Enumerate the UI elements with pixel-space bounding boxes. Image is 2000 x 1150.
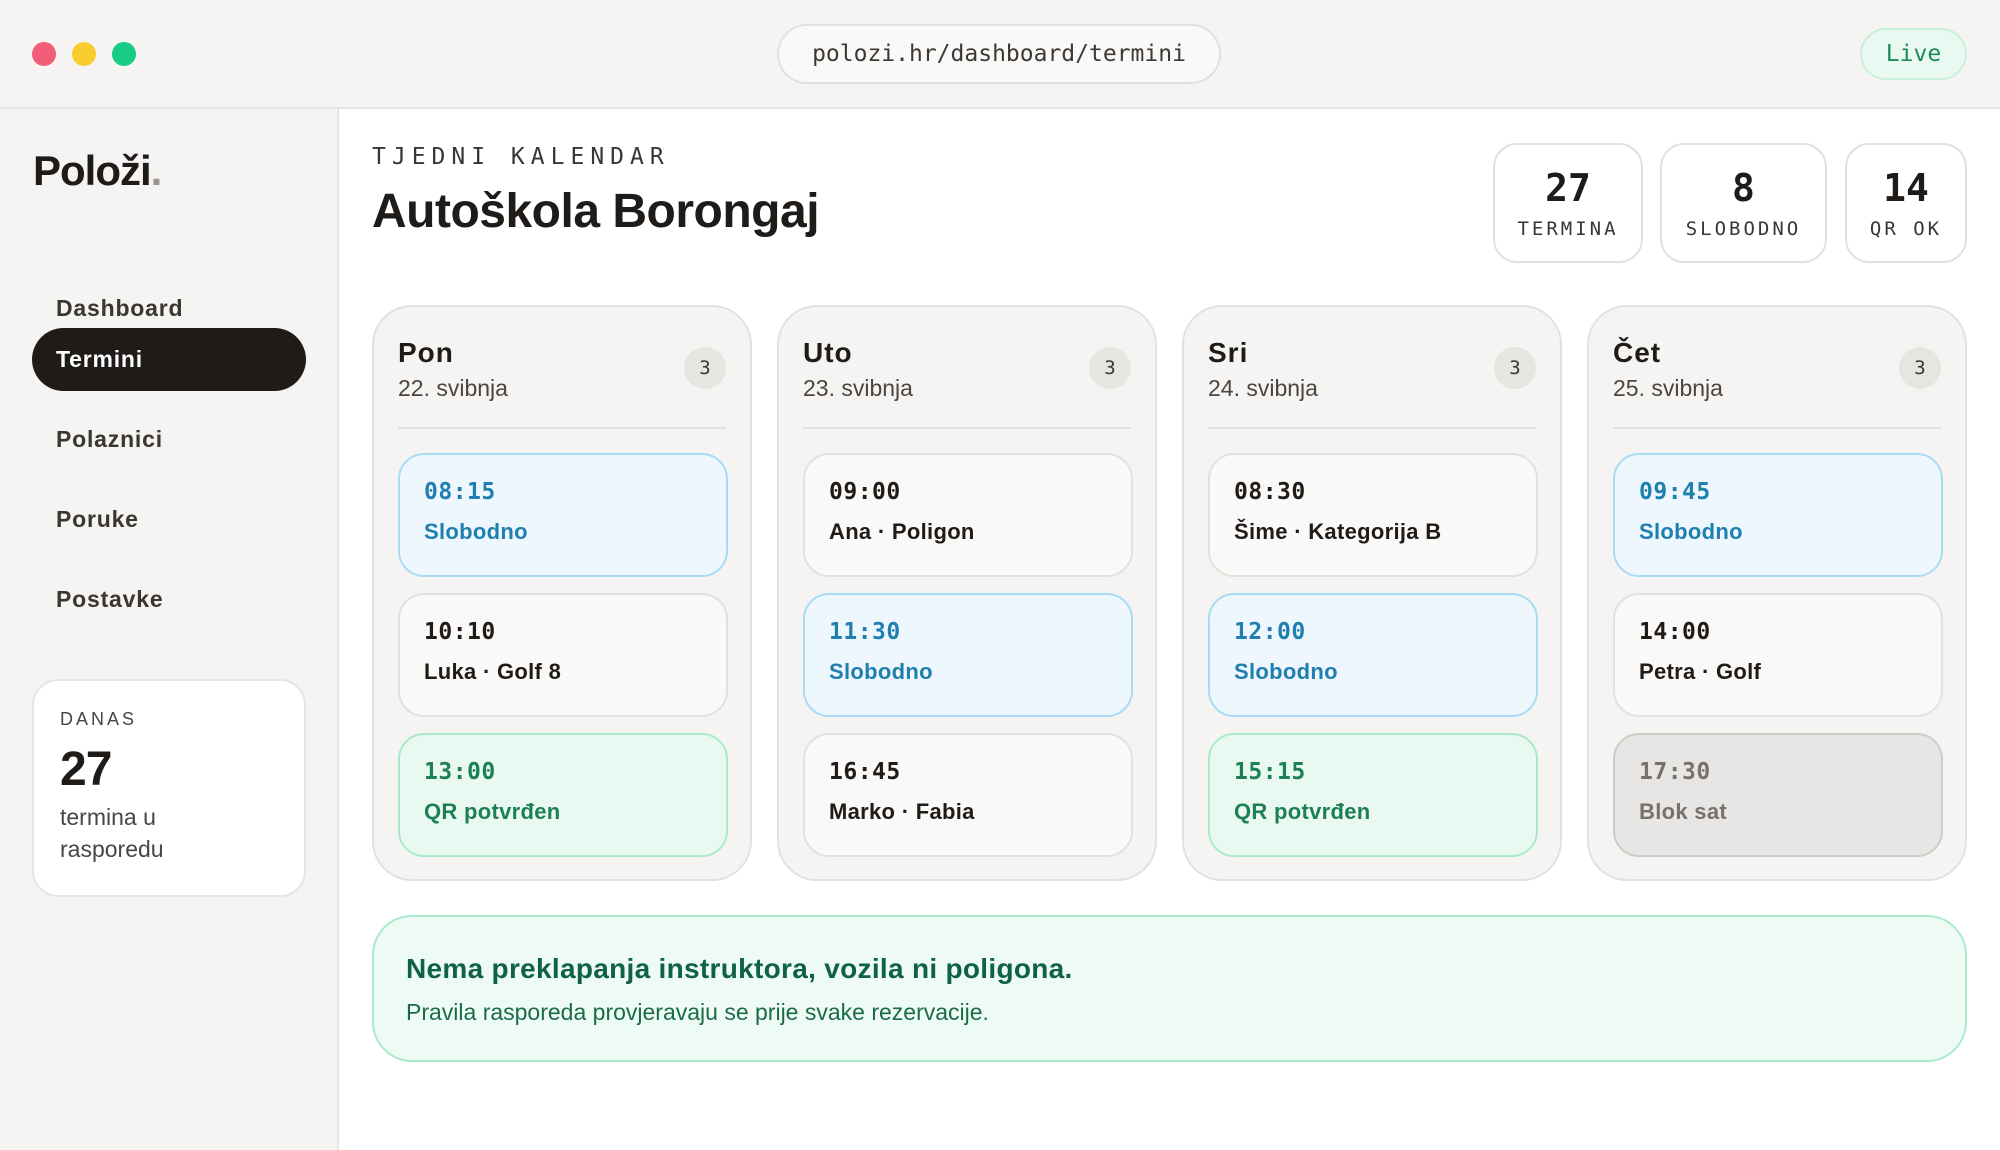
address-bar[interactable]: polozi.hr/dashboard/termini <box>777 24 1221 84</box>
stat-termina: 27 TERMINA <box>1493 143 1643 263</box>
slot-time: 17:30 <box>1639 759 1711 785</box>
slot-label: Slobodno <box>829 659 933 684</box>
day-date: 22. svibnja <box>398 375 508 401</box>
time-slot[interactable]: 13:00 QR potvrđen <box>398 733 728 857</box>
slot-label: Luka · Golf 8 <box>424 659 562 684</box>
stat-value: 27 <box>1545 166 1591 210</box>
logo-dot: . <box>150 147 163 194</box>
page-title: Autoškola Borongaj <box>372 185 820 238</box>
slot-label: Blok sat <box>1639 799 1727 824</box>
day-count-badge: 3 <box>684 347 726 389</box>
day-divider <box>803 427 1131 429</box>
slot-label: Slobodno <box>424 519 528 544</box>
close-window-dot-icon[interactable] <box>32 42 56 66</box>
stat-slobodno: 8 SLOBODNO <box>1660 143 1827 263</box>
slot-time: 15:15 <box>1234 759 1306 785</box>
today-count: 27 <box>60 743 112 796</box>
logo-text: Položi <box>33 147 152 194</box>
time-slot[interactable]: 09:45 Slobodno <box>1613 453 1943 577</box>
slot-time: 12:00 <box>1234 619 1306 645</box>
day-count-badge: 3 <box>1089 347 1131 389</box>
slot-label: Marko · Fabia <box>829 799 975 824</box>
slot-time: 11:30 <box>829 619 901 645</box>
slot-label: Slobodno <box>1234 659 1338 684</box>
time-slot[interactable]: 10:10 Luka · Golf 8 <box>398 593 728 717</box>
stat-qr-ok: 14 QR OK <box>1845 143 1967 263</box>
sidebar-item-postavke[interactable]: Postavke <box>32 568 306 631</box>
browser-top-bar: polozi.hr/dashboard/termini Live <box>0 0 2000 109</box>
time-slot[interactable]: 17:30 Blok sat <box>1613 733 1943 857</box>
sidebar-item-polaznici[interactable]: Polaznici <box>32 408 306 471</box>
day-date: 24. svibnja <box>1208 375 1318 401</box>
day-divider <box>398 427 726 429</box>
page-kicker: TJEDNI KALENDAR <box>372 144 670 170</box>
today-description: termina u rasporedu <box>60 804 164 862</box>
day-name: Sri <box>1208 337 1249 368</box>
slot-label: Petra · Golf <box>1639 659 1762 684</box>
day-name: Pon <box>398 337 454 368</box>
day-date: 23. svibnja <box>803 375 913 401</box>
sidebar-item-termini[interactable]: Termini <box>32 328 306 391</box>
app-logo[interactable]: Položi. <box>33 147 163 195</box>
slot-time: 14:00 <box>1639 619 1711 645</box>
sidebar: Položi. Dashboard Termini Polaznici Poru… <box>0 109 339 1150</box>
day-column-sri: Sri 24. svibnja 3 08:30 Šime · Kategorij… <box>1182 305 1562 881</box>
day-count-badge: 3 <box>1494 347 1536 389</box>
time-slot[interactable]: 09:00 Ana · Poligon <box>803 453 1133 577</box>
slot-time: 09:45 <box>1639 479 1711 505</box>
time-slot[interactable]: 15:15 QR potvrđen <box>1208 733 1538 857</box>
schedule-notice-banner: Nema preklapanja instruktora, vozila ni … <box>372 915 1967 1062</box>
time-slot[interactable]: 08:30 Šime · Kategorija B <box>1208 453 1538 577</box>
slot-time: 08:30 <box>1234 479 1306 505</box>
notice-title: Nema preklapanja instruktora, vozila ni … <box>406 953 1073 984</box>
slot-time: 13:00 <box>424 759 496 785</box>
minimize-window-dot-icon[interactable] <box>72 42 96 66</box>
notice-text: Pravila rasporeda provjeravaju se prije … <box>406 999 989 1025</box>
slot-time: 09:00 <box>829 479 901 505</box>
slot-label: Slobodno <box>1639 519 1743 544</box>
day-name: Uto <box>803 337 853 368</box>
slot-label: QR potvrđen <box>424 799 561 824</box>
maximize-window-dot-icon[interactable] <box>112 42 136 66</box>
time-slot[interactable]: 08:15 Slobodno <box>398 453 728 577</box>
stat-label: SLOBODNO <box>1685 218 1802 240</box>
day-date: 25. svibnja <box>1613 375 1723 401</box>
time-slot[interactable]: 11:30 Slobodno <box>803 593 1133 717</box>
slot-label: Ana · Poligon <box>829 519 975 544</box>
today-label: DANAS <box>60 709 138 729</box>
live-status-badge: Live <box>1860 28 1967 80</box>
day-name: Čet <box>1613 337 1662 368</box>
day-divider <box>1208 427 1536 429</box>
day-divider <box>1613 427 1941 429</box>
sidebar-item-poruke[interactable]: Poruke <box>32 488 306 551</box>
slot-label: Šime · Kategorija B <box>1234 519 1442 544</box>
today-summary-card: DANAS 27 termina u rasporedu <box>32 679 306 897</box>
day-column-cet: Čet 25. svibnja 3 09:45 Slobodno 14:00 P… <box>1587 305 1967 881</box>
day-column-pon: Pon 22. svibnja 3 08:15 Slobodno 10:10 L… <box>372 305 752 881</box>
slot-time: 08:15 <box>424 479 496 505</box>
time-slot[interactable]: 12:00 Slobodno <box>1208 593 1538 717</box>
slot-label: QR potvrđen <box>1234 799 1371 824</box>
day-count-badge: 3 <box>1899 347 1941 389</box>
day-column-uto: Uto 23. svibnja 3 09:00 Ana · Poligon 11… <box>777 305 1157 881</box>
stat-label: TERMINA <box>1517 218 1619 240</box>
stat-value: 14 <box>1883 166 1929 210</box>
slot-time: 16:45 <box>829 759 901 785</box>
slot-time: 10:10 <box>424 619 496 645</box>
stat-label: QR OK <box>1869 218 1943 240</box>
stat-value: 8 <box>1732 166 1755 210</box>
time-slot[interactable]: 16:45 Marko · Fabia <box>803 733 1133 857</box>
time-slot[interactable]: 14:00 Petra · Golf <box>1613 593 1943 717</box>
